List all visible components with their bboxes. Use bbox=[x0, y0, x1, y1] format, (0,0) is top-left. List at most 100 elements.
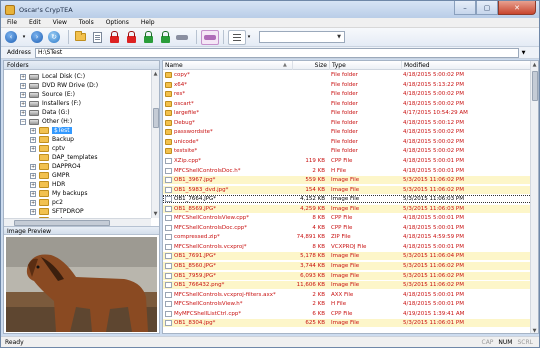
tree-item[interactable]: + pc2 bbox=[30, 198, 63, 207]
expand-icon[interactable]: + bbox=[30, 190, 36, 197]
scroll-down-icon[interactable]: ▼ bbox=[531, 327, 538, 333]
tree-item[interactable]: + cptv bbox=[30, 144, 65, 153]
back-dropdown[interactable]: ▾ bbox=[21, 30, 27, 44]
tree-vertical-scrollbar[interactable]: ▲ ▼ bbox=[151, 70, 159, 218]
expand-icon[interactable]: + bbox=[20, 100, 26, 107]
modified-column-header[interactable]: Modified bbox=[402, 61, 532, 70]
file-row[interactable]: MFCShellControls.vcxproj* 8 KB VCXPROJ Fil… bbox=[163, 243, 532, 251]
tree-item[interactable]: DAP_templates bbox=[30, 153, 97, 162]
file-row[interactable]: MFCShellControlsView.cpp* 8 KB CPP File 4/1… bbox=[163, 214, 532, 222]
file-row[interactable]: OB1_766432.png* 11,606 KB Image File 5/3/20… bbox=[163, 281, 532, 290]
file-row[interactable]: OB1_3967.jpg* 559 KB Image File 5/3/2015 11… bbox=[163, 176, 532, 185]
file-row[interactable]: testsite* File folder 4/18/2015 5:00:02 PM bbox=[163, 147, 532, 155]
expand-icon[interactable]: + bbox=[30, 208, 36, 215]
tree-item[interactable]: + HDR bbox=[30, 180, 65, 189]
file-row[interactable]: passwordsite* File folder 4/18/2015 5:00:0… bbox=[163, 128, 532, 136]
file-row[interactable]: MFCShellControlsDoc.h* 2 KB H File 4/18/201… bbox=[163, 167, 532, 175]
close-button[interactable]: ✕ bbox=[498, 1, 536, 15]
refresh-button[interactable]: ↻ bbox=[47, 30, 61, 44]
expand-icon[interactable]: + bbox=[30, 127, 36, 134]
password-key-button[interactable] bbox=[201, 29, 219, 45]
file-row[interactable]: OB1_7691.JPG* 5,178 KB Image File 5/3/2015 … bbox=[163, 252, 532, 261]
file-row[interactable]: oscart* File folder 4/18/2015 5:00:02 PM bbox=[163, 100, 532, 108]
encrypt-button[interactable] bbox=[107, 30, 121, 44]
expand-icon[interactable]: + bbox=[20, 109, 26, 116]
menu-tools[interactable]: Tools bbox=[73, 19, 100, 26]
file-row[interactable]: OB1_5983_dvd.jpg* 154 KB Image File 5/3/201… bbox=[163, 185, 532, 194]
file-row[interactable]: XZip.cpp* 119 KB CPP File 4/18/2015 5:00:01… bbox=[163, 157, 532, 165]
tree-item[interactable]: + DAPPRO4 bbox=[30, 162, 81, 171]
tree-item[interactable]: + DVD RW Drive (D:) bbox=[20, 81, 98, 90]
file-row[interactable]: MFCShellControlsView.h* 2 KB H File 4/18/20… bbox=[163, 300, 532, 308]
up-folder-button[interactable] bbox=[73, 30, 87, 44]
tree-item[interactable]: + SFTPDROP bbox=[30, 207, 84, 216]
menu-view[interactable]: View bbox=[47, 19, 73, 26]
encrypt-all-button[interactable] bbox=[124, 30, 138, 44]
tree-item[interactable]: + Local Disk (C:) bbox=[20, 72, 85, 81]
address-dropdown[interactable]: ▼ bbox=[519, 48, 528, 58]
file-row[interactable]: res* File folder 4/18/2015 5:00:02 PM bbox=[163, 90, 532, 98]
tree-item[interactable]: + Source (E:) bbox=[20, 90, 75, 99]
file-row[interactable]: x64* File folder 4/18/2015 5:13:22 PM bbox=[163, 81, 532, 89]
tree-item[interactable]: − Other (H:) bbox=[20, 117, 72, 126]
minimize-button[interactable]: – bbox=[454, 1, 476, 15]
view-mode-button[interactable] bbox=[228, 29, 246, 45]
file-row[interactable]: OB1_8560.JPG* 3,744 KB Image File 5/3/2015 … bbox=[163, 262, 532, 270]
expand-icon[interactable]: + bbox=[30, 136, 36, 143]
expand-icon[interactable]: + bbox=[30, 199, 36, 206]
file-row[interactable]: OB1_7664.JPG* 4,152 KB Image File 5/3/2015 … bbox=[163, 195, 532, 204]
list-vertical-scrollbar[interactable]: ▲ ▼ bbox=[530, 61, 538, 333]
menu-help[interactable]: Help bbox=[135, 19, 161, 26]
file-row[interactable]: OB1_8569.JPG* 4,259 KB Image File 5/3/2015 … bbox=[163, 204, 532, 213]
scrollbar-thumb[interactable] bbox=[153, 108, 159, 128]
file-row[interactable]: OB1_8304.jpg* 625 KB Image File 5/3/2015 11… bbox=[163, 319, 532, 328]
title-bar[interactable]: Oscar's CrypTEA – ▢ ✕ bbox=[1, 1, 539, 18]
maximize-button[interactable]: ▢ bbox=[476, 1, 498, 15]
file-modified: 4/18/2015 5:00:01 PM bbox=[403, 167, 464, 174]
file-row[interactable]: unicode* File folder 4/18/2015 5:00:02 PM bbox=[163, 138, 532, 146]
decrypt-all-button[interactable] bbox=[158, 30, 172, 44]
menu-edit[interactable]: Edit bbox=[23, 19, 47, 26]
expand-icon[interactable]: + bbox=[30, 172, 36, 179]
file-row[interactable]: Debug* File folder 4/18/2015 5:00:12 PM bbox=[163, 119, 532, 127]
file-row[interactable]: compressed.zip* 74,891 KB ZIP File 4/18/201… bbox=[163, 233, 532, 241]
file-row[interactable]: MFCShellControlsDoc.cpp* 4 KB CPP File 4/18… bbox=[163, 224, 532, 232]
new-file-button[interactable] bbox=[90, 30, 104, 44]
file-row[interactable]: OB1_7959.JPG* 6,093 KB Image File 5/3/2015 … bbox=[163, 271, 532, 280]
expand-icon[interactable]: + bbox=[20, 82, 26, 89]
tree-item[interactable]: + $Test bbox=[30, 126, 72, 135]
key-tool-button[interactable] bbox=[175, 30, 189, 44]
tree-horizontal-scrollbar[interactable] bbox=[4, 218, 151, 226]
file-row[interactable]: MyMFCShellListCtrl.cpp* 6 KB CPP File 4/19/… bbox=[163, 310, 532, 318]
scroll-down-icon[interactable]: ▼ bbox=[152, 210, 159, 218]
expand-icon[interactable]: + bbox=[30, 163, 36, 170]
expand-icon[interactable]: + bbox=[30, 145, 36, 152]
menu-options[interactable]: Options bbox=[100, 19, 135, 26]
file-row[interactable]: MFCShellControls.vcxproj-filters.axx* 2 K… bbox=[163, 291, 532, 299]
decrypt-button[interactable] bbox=[141, 30, 155, 44]
name-column-header[interactable]: Name bbox=[163, 61, 293, 70]
filter-combo[interactable]: ▼ bbox=[259, 31, 345, 43]
size-column-header[interactable]: Size bbox=[293, 61, 330, 70]
expand-icon[interactable]: + bbox=[20, 91, 26, 98]
forward-button[interactable]: › bbox=[30, 30, 44, 44]
address-input[interactable]: H:\STest bbox=[35, 47, 519, 58]
collapse-icon[interactable]: − bbox=[20, 118, 26, 125]
type-column-header[interactable]: Type bbox=[330, 61, 402, 70]
view-mode-dropdown[interactable]: ▾ bbox=[246, 30, 252, 44]
file-row[interactable]: copy* File folder 4/18/2015 5:00:02 PM bbox=[163, 71, 532, 79]
tree-item[interactable]: + My backups bbox=[30, 189, 87, 198]
scroll-up-icon[interactable]: ▲ bbox=[531, 61, 538, 69]
expand-icon[interactable]: + bbox=[30, 181, 36, 188]
unlock-icon bbox=[143, 30, 153, 43]
scroll-up-icon[interactable]: ▲ bbox=[152, 70, 159, 78]
tree-item[interactable]: + Data (G:) bbox=[20, 108, 70, 117]
tree-item[interactable]: + Installers (F:) bbox=[20, 99, 81, 108]
back-button[interactable]: ‹ bbox=[4, 30, 18, 44]
tree-item[interactable]: + GMPR bbox=[30, 171, 70, 180]
tree-item[interactable]: + Backup bbox=[30, 135, 74, 144]
file-row[interactable]: largefile* File folder 4/17/2015 10:54:29 … bbox=[163, 109, 532, 117]
scrollbar-thumb[interactable] bbox=[532, 71, 538, 101]
expand-icon[interactable]: + bbox=[20, 73, 26, 80]
menu-file[interactable]: File bbox=[1, 19, 23, 26]
